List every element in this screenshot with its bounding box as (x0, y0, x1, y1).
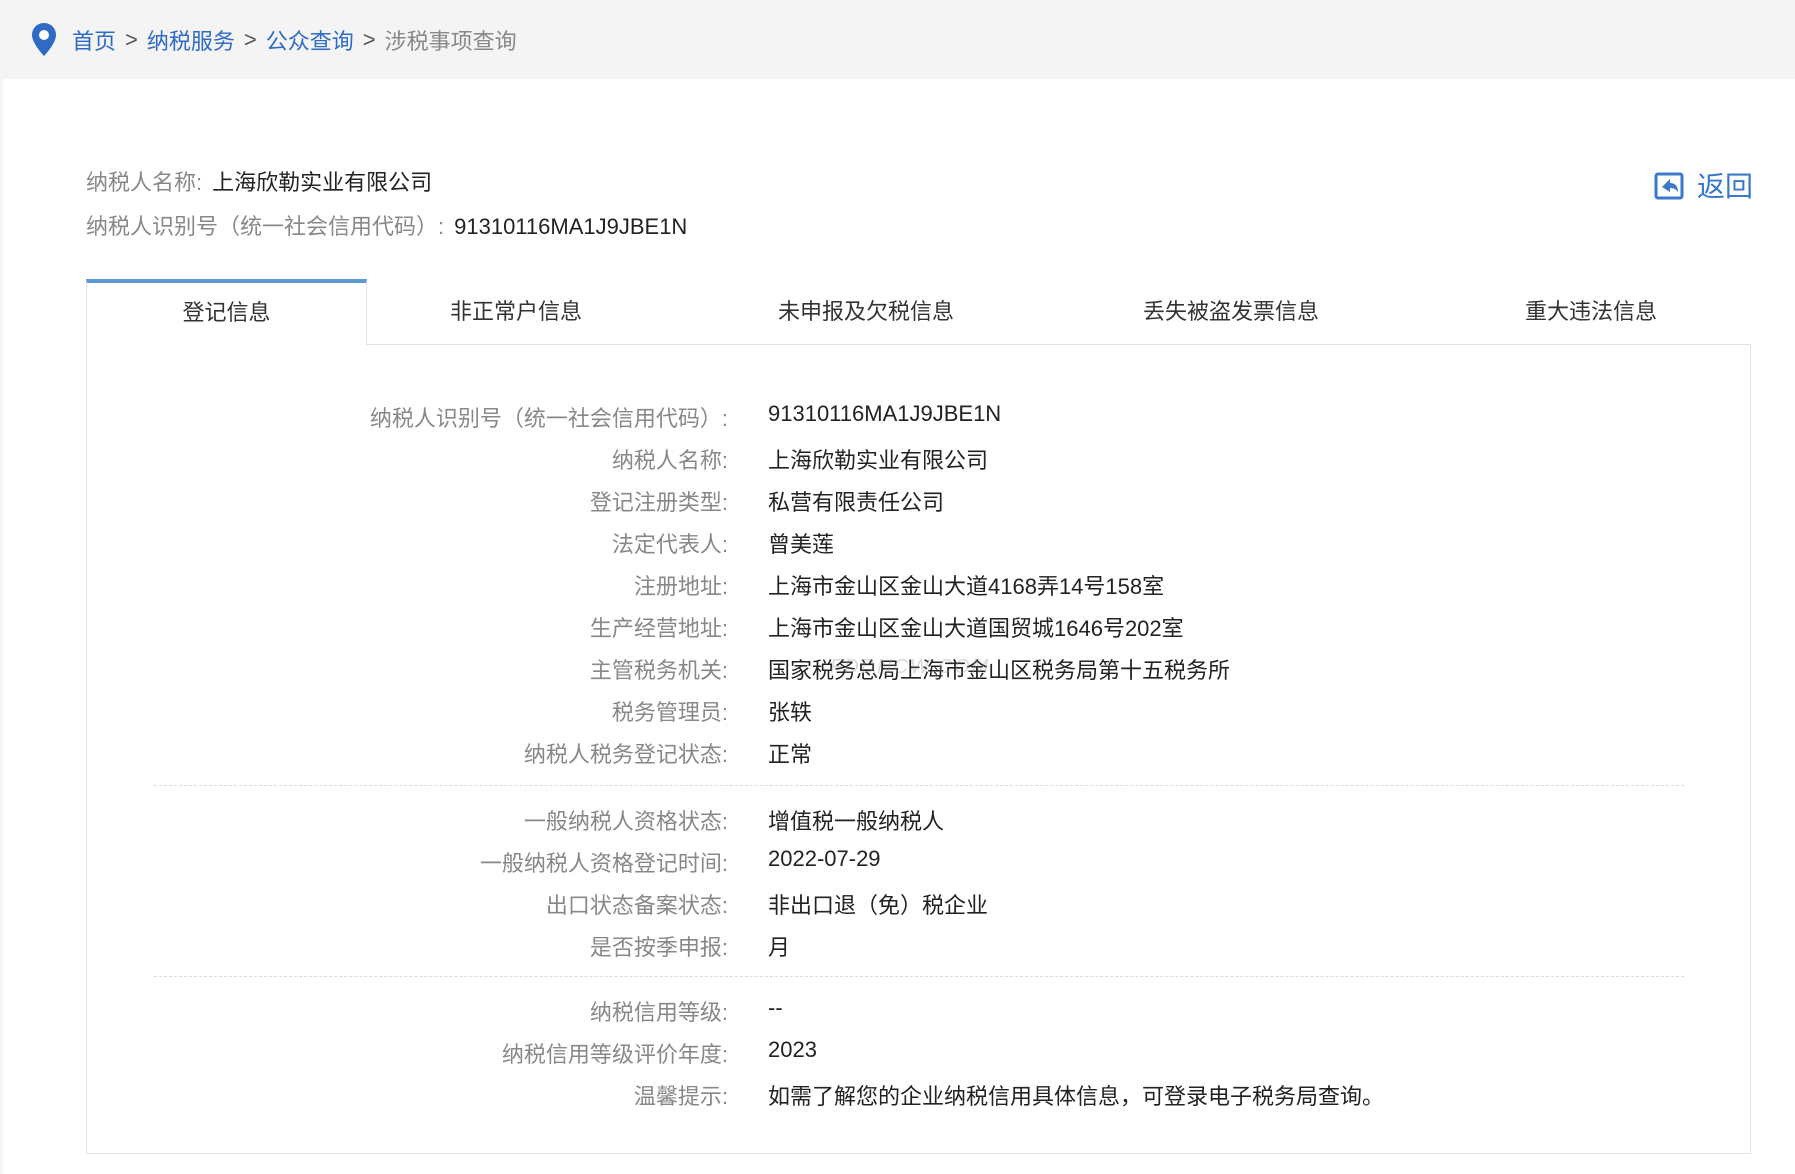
detail-row: 一般纳税人资格登记时间: 2022-07-29 (87, 840, 1752, 882)
detail-value: 非出口退（免）税企业 (768, 893, 989, 918)
detail-label: 温馨提示: (633, 1084, 728, 1109)
detail-value: 2022-07-29 (768, 846, 881, 871)
detail-label: 一般纳税人资格登记时间: (479, 851, 728, 876)
detail-row: 纳税人税务登记状态: 正常 (87, 731, 1752, 773)
detail-value: 月 (768, 935, 791, 960)
tab-registration-info[interactable]: 登记信息 (86, 279, 367, 346)
detail-row: 纳税人名称: 上海欣勒实业有限公司 (87, 437, 1752, 479)
detail-label: 纳税人识别号（统一社会信用代码）: (369, 406, 728, 431)
detail-value: 正常 (768, 742, 813, 767)
breadcrumb-home[interactable]: 首页 (72, 24, 116, 56)
taxpayer-id-label: 纳税人识别号（统一社会信用代码）: (86, 214, 445, 239)
taxpayer-name-label: 纳税人名称: (86, 170, 203, 195)
detail-label: 主管税务机关: (589, 658, 728, 683)
detail-label: 生产经营地址: (589, 616, 728, 641)
detail-value: -- (768, 995, 783, 1020)
detail-value: 曾美莲 (768, 532, 835, 557)
breadcrumb-separator: > (243, 27, 257, 52)
detail-row: 税务管理员: 张轶 (87, 689, 1752, 731)
main-content: 纳税人名称: 上海欣勒实业有限公司 纳税人识别号（统一社会信用代码）: 913101… (3, 79, 1795, 1174)
detail-row: 是否按季申报: 月 (87, 924, 1752, 966)
detail-value: 私营有限责任公司 (768, 490, 945, 515)
taxpayer-id-value: 91310116MA1J9JBE1N (454, 214, 688, 239)
breadcrumb-current: 涉税事项查询 (384, 29, 517, 54)
section-divider (154, 785, 1684, 786)
tab-abnormal-account-info[interactable]: 非正常户信息 (376, 279, 656, 345)
detail-label: 纳税人名称: (611, 448, 728, 473)
detail-value: 如需了解您的企业纳税信用具体信息，可登录电子税务局查询。 (768, 1084, 1385, 1109)
detail-label: 一般纳税人资格状态: (523, 809, 728, 834)
location-pin-icon (30, 22, 58, 58)
back-label: 返回 (1697, 171, 1754, 202)
detail-label: 纳税信用等级: (589, 1000, 728, 1025)
breadcrumb-bar: 首页 > 纳税服务 > 公众查询 > 涉税事项查询 (0, 0, 1795, 79)
detail-row: 主管税务机关: 国家税务总局上海市金山区税务局第十五税务所 (87, 647, 1752, 689)
detail-label: 纳税信用等级评价年度: (501, 1042, 728, 1067)
detail-label: 是否按季申报: (589, 935, 728, 960)
back-icon (1654, 172, 1684, 200)
section-divider (154, 976, 1684, 977)
detail-value: 上海市金山区金山大道国贸城1646号202室 (768, 616, 1184, 641)
tab-undeclared-arrears-info[interactable]: 未申报及欠税信息 (696, 279, 1036, 345)
detail-row: 生产经营地址: 上海市金山区金山大道国贸城1646号202室 (87, 605, 1752, 647)
taxpayer-name-value: 上海欣勒实业有限公司 (212, 170, 433, 195)
detail-value: 张轶 (768, 700, 813, 725)
detail-row: 纳税信用等级: -- (87, 989, 1752, 1031)
detail-row: 纳税信用等级评价年度: 2023 (87, 1031, 1752, 1073)
detail-row: 注册地址: 上海市金山区金山大道4168弄14号158室 (87, 563, 1752, 605)
detail-label: 登记注册类型: (589, 490, 728, 515)
detail-value: 上海市金山区金山大道4168弄14号158室 (768, 574, 1165, 599)
detail-value: 国家税务总局上海市金山区税务局第十五税务所 (768, 658, 1231, 683)
tab-bar: 登记信息 非正常户信息 未申报及欠税信息 丢失被盗发票信息 重大违法信息 (86, 279, 1751, 346)
detail-label: 税务管理员: (611, 700, 728, 725)
back-button[interactable]: 返回 (1653, 165, 1753, 205)
detail-row: 一般纳税人资格状态: 增值税一般纳税人 (87, 798, 1752, 840)
detail-label: 法定代表人: (611, 532, 728, 557)
detail-value: 91310116MA1J9JBE1N (768, 401, 1002, 426)
breadcrumb-separator: > (362, 27, 376, 52)
breadcrumb-separator: > (125, 27, 138, 52)
breadcrumb-public-query[interactable]: 公众查询 (266, 24, 354, 56)
detail-value: 2023 (768, 1037, 817, 1062)
detail-value: 上海欣勒实业有限公司 (768, 448, 989, 473)
detail-row: 纳税人识别号（统一社会信用代码）: 91310116MA1J9JBE1N (87, 395, 1752, 437)
detail-label: 注册地址: (633, 574, 728, 599)
detail-value: 增值税一般纳税人 (768, 809, 945, 834)
detail-row: 法定代表人: 曾美莲 (87, 521, 1752, 563)
detail-row: 温馨提示: 如需了解您的企业纳税信用具体信息，可登录电子税务局查询。 (87, 1073, 1752, 1115)
taxpayer-id-row: 纳税人识别号（统一社会信用代码）: 91310116MA1J9JBE1N (86, 209, 687, 241)
detail-row: 出口状态备案状态: 非出口退（免）税企业 (87, 882, 1752, 924)
detail-label: 出口状态备案状态: (545, 893, 728, 918)
detail-label: 纳税人税务登记状态: (523, 742, 728, 767)
detail-row: 登记注册类型: 私营有限责任公司 (87, 479, 1752, 521)
taxpayer-name-row: 纳税人名称: 上海欣勒实业有限公司 (86, 165, 432, 197)
breadcrumb-tax-service[interactable]: 纳税服务 (147, 24, 235, 56)
tab-lost-invoice-info[interactable]: 丢失被盗发票信息 (1061, 279, 1401, 345)
registration-info-panel: 纳税人识别号（统一社会信用代码）: 91310116MA1J9JBE1N 纳税人… (86, 344, 1751, 1154)
breadcrumb: 首页 > 纳税服务 > 公众查询 > 涉税事项查询 (30, 22, 517, 58)
tab-major-violation-info[interactable]: 重大违法信息 (1446, 279, 1736, 345)
